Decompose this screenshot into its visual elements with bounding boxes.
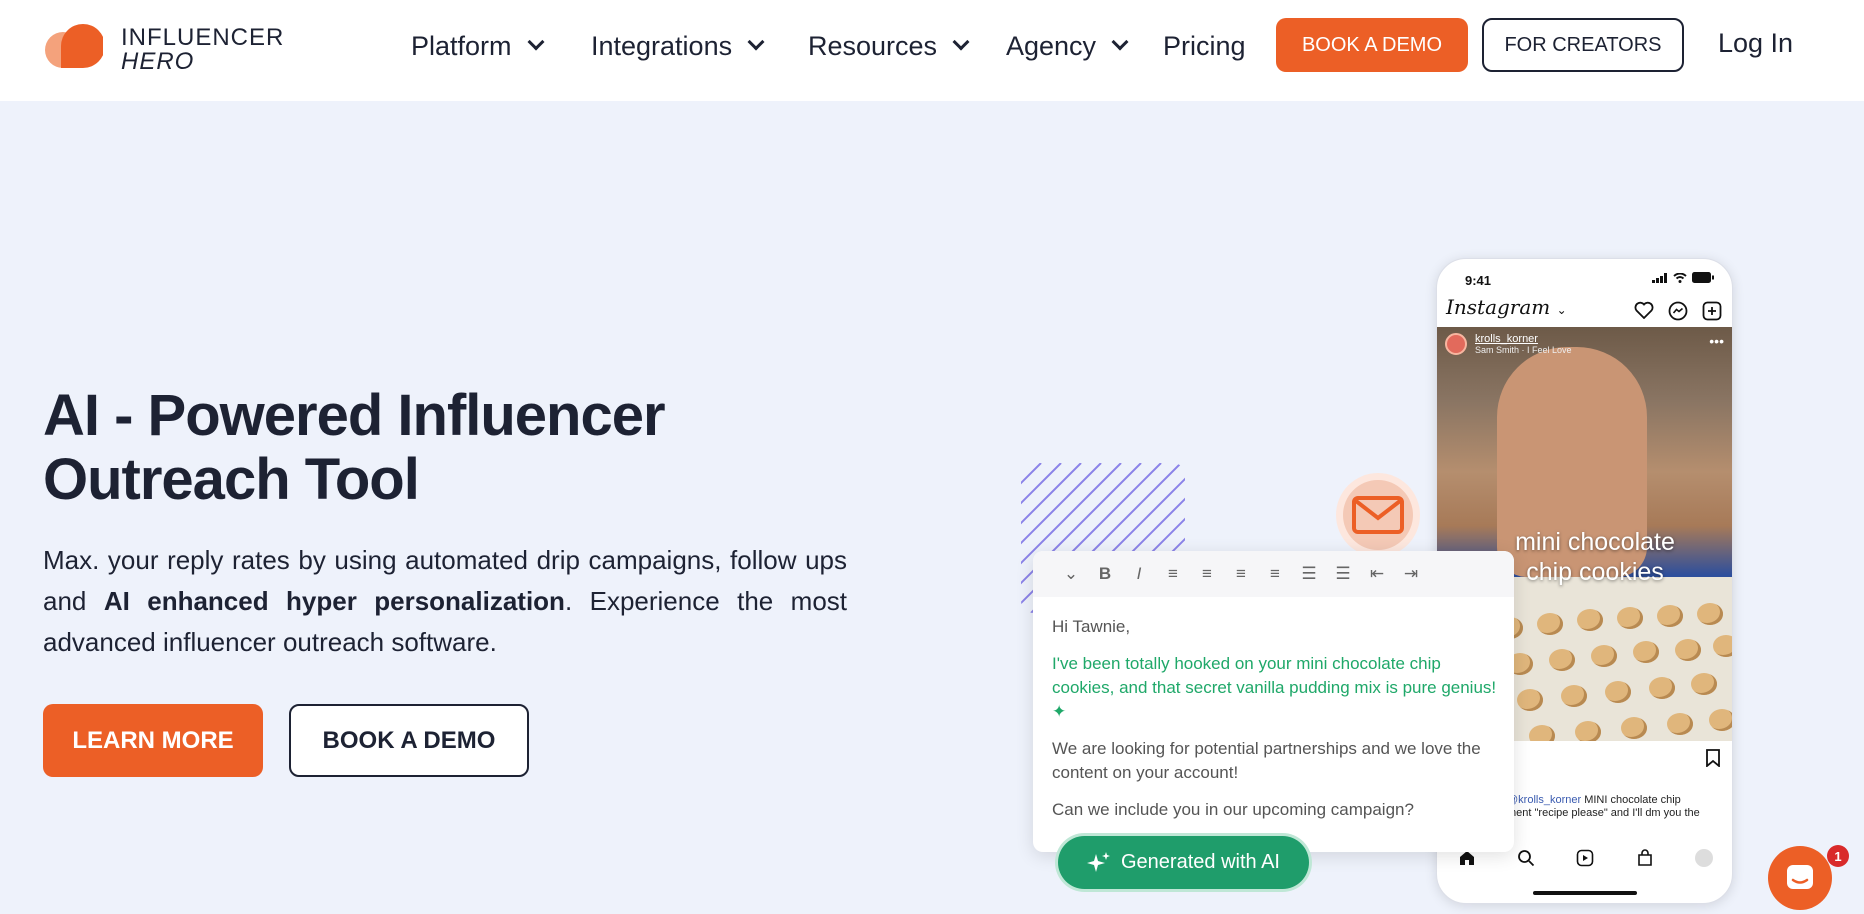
nav-pricing[interactable]: Pricing [1163, 28, 1246, 64]
nav-integrations[interactable]: Integrations [591, 28, 765, 64]
instagram-wordmark-text: Instagram [1446, 295, 1551, 319]
editor-body[interactable]: Hi Tawnie, I've been totally hooked on y… [1052, 615, 1502, 835]
instagram-wordmark: Instagram ⌄ [1446, 295, 1567, 319]
profile-avatar-icon[interactable] [1695, 849, 1714, 867]
bookmark-icon[interactable] [1706, 749, 1720, 767]
post-username: krolls_korner [1475, 333, 1538, 345]
italic-icon[interactable]: I [1129, 564, 1149, 584]
phone-time: 9:41 [1465, 273, 1492, 288]
chat-icon [1787, 865, 1813, 889]
hero-title-line2: Outreach Tool [43, 447, 420, 512]
mail-bubble [1336, 473, 1420, 557]
reels-icon[interactable] [1576, 849, 1594, 867]
hero-description: Max. your reply rates by using automated… [43, 540, 847, 663]
login-link[interactable]: Log In [1718, 28, 1793, 59]
post-author[interactable]: krolls_korner Sam Smith · I Feel Love [1445, 333, 1572, 355]
align-right-icon[interactable]: ≡ [1231, 564, 1251, 584]
messenger-icon[interactable] [1668, 301, 1688, 321]
phone-status-icons [1652, 272, 1714, 283]
book-demo-button[interactable]: BOOK A DEMO [1276, 18, 1468, 72]
nav-platform-label: Platform [411, 30, 512, 61]
nav-integrations-label: Integrations [591, 30, 733, 61]
align-justify-icon[interactable]: ≡ [1265, 564, 1285, 584]
email-greeting: Hi Tawnie, [1052, 617, 1131, 636]
caption-text1: MINI chocolate chip [1581, 794, 1681, 806]
hero-title-line1: AI - Powered Influencer [43, 383, 666, 448]
learn-more-button[interactable]: LEARN MORE [43, 704, 263, 777]
dropdown-chevron-icon[interactable]: ⌄ [1061, 564, 1081, 584]
caption-text2: ment "recipe please" and I'll dm you the [1507, 807, 1700, 819]
hero-desc-bold: AI enhanced hyper personalization [103, 586, 565, 616]
chevron-down-icon [527, 33, 545, 51]
instagram-header-icons [1634, 301, 1722, 321]
caption-tag: @krolls_korner [1507, 794, 1582, 806]
overlay-line2: chip cookies [1526, 558, 1664, 586]
indent-icon[interactable]: ⇥ [1401, 564, 1421, 584]
email-editor[interactable]: ⌄ B I ≡ ≡ ≡ ≡ ☰ ☰ ⇤ ⇥ Hi Tawnie, I've be… [1033, 551, 1514, 852]
chevron-down-icon [952, 33, 970, 51]
cookie-tray [1477, 577, 1732, 741]
for-creators-button[interactable]: FOR CREATORS [1482, 18, 1684, 72]
home-indicator [1533, 891, 1637, 895]
avatar [1445, 333, 1467, 355]
hero-book-demo-button[interactable]: BOOK A DEMO [289, 704, 529, 777]
sparkle-icon [1087, 851, 1110, 872]
email-personalized-line: I've been totally hooked on your mini ch… [1052, 654, 1497, 721]
envelope-icon [1352, 496, 1404, 534]
editor-toolbar: ⌄ B I ≡ ≡ ≡ ≡ ☰ ☰ ⇤ ⇥ [1033, 551, 1514, 597]
top-navbar: INFLUENCER HERO Platform Integrations Re… [0, 0, 1864, 101]
bold-icon[interactable]: B [1095, 564, 1115, 584]
post-overlay-text: mini chocolate chip cookies [1495, 527, 1695, 587]
email-body-2: Can we include you in our upcoming campa… [1052, 800, 1414, 819]
nav-platform[interactable]: Platform [411, 28, 545, 64]
logo-icon [45, 24, 103, 68]
mail-bubble-inner [1343, 480, 1413, 550]
new-post-icon[interactable] [1702, 301, 1722, 321]
nav-resources-label: Resources [808, 30, 938, 61]
logo-text-line2: HERO [121, 48, 195, 75]
overlay-line1: mini chocolate [1515, 528, 1675, 556]
wifi-icon [1673, 272, 1687, 283]
shop-icon[interactable] [1636, 849, 1654, 867]
unread-badge: 1 [1827, 845, 1849, 867]
bullet-list-icon[interactable]: ☰ [1299, 564, 1319, 584]
nav-agency[interactable]: Agency [1006, 28, 1129, 64]
chevron-down-icon [1111, 33, 1129, 51]
post-caption: @krolls_korner MINI chocolate chip ment … [1507, 794, 1727, 820]
battery-icon [1692, 272, 1714, 283]
chevron-down-icon: ⌄ [1556, 303, 1567, 317]
chevron-down-icon [747, 33, 765, 51]
signal-icon [1652, 272, 1667, 283]
outdent-icon[interactable]: ⇤ [1367, 564, 1387, 584]
hero-title: AI - Powered Influencer Outreach Tool [43, 384, 803, 512]
align-center-icon[interactable]: ≡ [1197, 564, 1217, 584]
nav-pricing-label: Pricing [1163, 30, 1246, 61]
nav-agency-label: Agency [1006, 30, 1097, 61]
more-options-icon[interactable]: ••• [1709, 333, 1724, 349]
chat-launcher-button[interactable] [1768, 846, 1832, 910]
brand-logo[interactable]: INFLUENCER HERO [43, 20, 283, 76]
email-body-1: We are looking for potential partnership… [1052, 739, 1481, 782]
align-left-icon[interactable]: ≡ [1163, 564, 1183, 584]
search-icon[interactable] [1517, 849, 1535, 867]
nav-resources[interactable]: Resources [808, 28, 970, 64]
generated-with-ai-label: Generated with AI [1121, 851, 1280, 873]
heart-icon[interactable] [1634, 301, 1654, 319]
post-song: Sam Smith · I Feel Love [1475, 345, 1572, 355]
generated-with-ai-badge[interactable]: Generated with AI [1058, 836, 1309, 889]
numbered-list-icon[interactable]: ☰ [1333, 564, 1353, 584]
